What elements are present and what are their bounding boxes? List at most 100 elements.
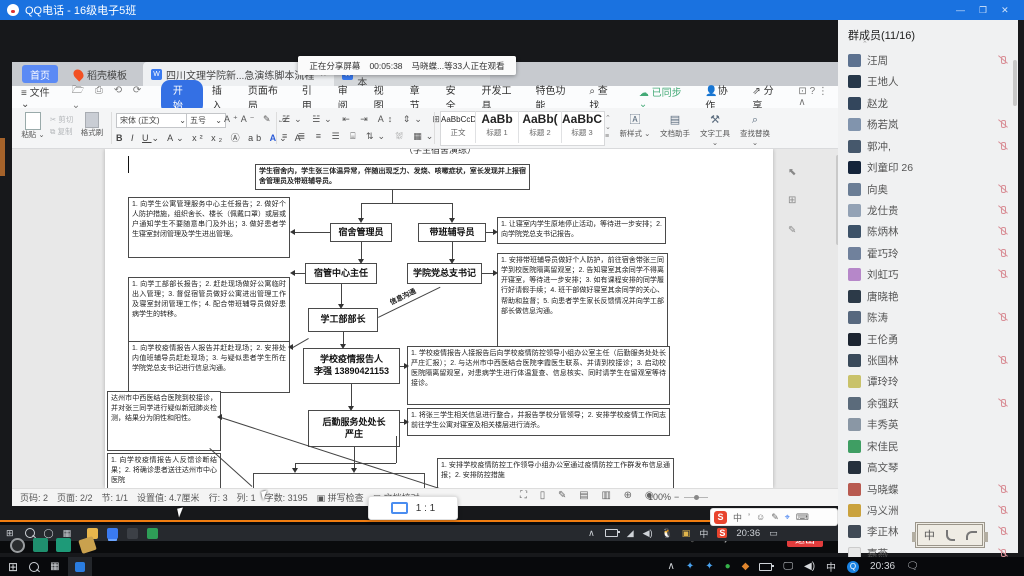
- spellcheck-toggle[interactable]: ▣ 拼写检查: [317, 491, 364, 504]
- notification-icon[interactable]: ▭: [769, 528, 778, 539]
- muted-mic-icon[interactable]: [998, 226, 1008, 237]
- sogou-tray-icon[interactable]: S: [717, 528, 727, 538]
- zoom-level[interactable]: 100%: [648, 492, 671, 502]
- member-row[interactable]: 陈涛: [838, 308, 1018, 327]
- qq-penguin-icon[interactable]: 🐧: [662, 528, 673, 539]
- emoji-icon[interactable]: ☺: [756, 512, 765, 522]
- style-heading1[interactable]: AaBb标题 1: [476, 111, 519, 143]
- paragraph-icons-row2[interactable]: ≡ ≣ ≡ ☰ ⌸ ⇅⌄ ⛆ ▦⌄: [282, 131, 437, 142]
- punctuation-icon[interactable]: ’: [748, 512, 750, 522]
- member-row[interactable]: 陈炳林: [838, 222, 1018, 241]
- member-row[interactable]: 王伦勇: [838, 330, 1018, 349]
- muted-mic-icon[interactable]: [998, 398, 1008, 409]
- muted-mic-icon[interactable]: [998, 205, 1008, 216]
- document-page[interactable]: （学生宿舍演练） 学生宿舍内，学生张三体温异常，伴随出现乏力、发烧、咳嗽症状，室…: [105, 149, 773, 488]
- paste-button[interactable]: 粘贴 ⌄: [20, 112, 46, 140]
- app-icon-dark[interactable]: [127, 528, 138, 539]
- tab-home[interactable]: 首页: [22, 65, 58, 83]
- format-painter-button[interactable]: 格式刷: [78, 112, 106, 138]
- member-row[interactable]: 余强跃: [838, 394, 1018, 413]
- sync-status[interactable]: ☁ 已同步 ⌄: [630, 84, 696, 110]
- tray-chevron-icon[interactable]: ∧: [668, 561, 675, 572]
- member-row[interactable]: 汪周: [838, 51, 1018, 70]
- menu-file[interactable]: ≡ 文件 ⌄: [12, 84, 66, 110]
- member-row[interactable]: 宋佳民: [838, 437, 1018, 456]
- member-row[interactable]: 冯义洲: [838, 501, 1018, 520]
- new-style-button[interactable]: 🄰新样式 ⌄: [616, 111, 654, 138]
- tab-templates[interactable]: 稻壳模板: [66, 65, 135, 83]
- font-grow-shrink-icons[interactable]: A⁺A⁻ ✎ 𝒜: [224, 114, 291, 125]
- doc-assistant-button[interactable]: ▤文档助手: [656, 111, 694, 138]
- qq-taskbar-button[interactable]: [68, 557, 92, 576]
- member-row[interactable]: 杨若岚: [838, 115, 1018, 134]
- muted-mic-icon[interactable]: [998, 505, 1008, 516]
- muted-mic-icon[interactable]: [998, 55, 1008, 66]
- member-row[interactable]: 刘虹巧: [838, 265, 1018, 284]
- sogou-ime-toolbar[interactable]: S 中 ’ ☺ ✎ ⌖ ⌨: [710, 508, 838, 526]
- member-row[interactable]: 龙仕贵: [838, 201, 1018, 220]
- select-tool-icon[interactable]: ⬉: [788, 167, 796, 178]
- muted-mic-icon[interactable]: [998, 269, 1008, 280]
- task-view-icon[interactable]: ▦: [50, 561, 59, 572]
- style-gallery-scroll[interactable]: ⌃⌄≡: [605, 114, 611, 141]
- paragraph-icons-row1[interactable]: ☱⌄ ☱⌄ ⇤ ⇥ A↕ ⇕⌄ ⊞: [282, 114, 444, 125]
- desktop-icon-green-2[interactable]: [56, 538, 71, 552]
- member-row[interactable]: 唐晓艳: [838, 287, 1018, 306]
- word-count[interactable]: 字数: 3195: [265, 491, 308, 504]
- font-name-select[interactable]: 宋体 (正文)⌄: [116, 113, 190, 128]
- ime-indicator[interactable]: 中: [699, 527, 708, 540]
- scroll-up-icon[interactable]: ⌃: [862, 40, 868, 48]
- member-row[interactable]: 赵龙: [838, 94, 1018, 113]
- member-row[interactable]: 刘童印 26: [838, 158, 1018, 177]
- muted-mic-icon[interactable]: [998, 141, 1008, 152]
- start-button-icon[interactable]: ⊞: [8, 560, 18, 574]
- member-row[interactable]: 谭玲玲: [838, 372, 1018, 391]
- tray-star-icon-1[interactable]: ✦: [686, 561, 694, 572]
- close-icon[interactable]: ✕: [1001, 5, 1009, 16]
- muted-mic-icon[interactable]: [998, 248, 1008, 259]
- clock[interactable]: 20:36: [736, 528, 760, 539]
- mic-icon[interactable]: ⌖: [785, 512, 790, 523]
- ime-mode[interactable]: 中: [733, 511, 742, 524]
- keyboard-icon[interactable]: ⌨: [796, 512, 809, 523]
- tray-shield-icon[interactable]: ◆: [742, 561, 750, 572]
- zoom-slider[interactable]: [684, 497, 708, 498]
- notification-center-icon[interactable]: 🗨: [906, 561, 919, 572]
- muted-mic-icon[interactable]: [998, 526, 1008, 537]
- member-row[interactable]: 丰秀英: [838, 415, 1018, 434]
- style-heading2[interactable]: AaBb(标题 2: [519, 111, 562, 143]
- speaker-icon[interactable]: ◀): [643, 528, 653, 539]
- task-view-icon[interactable]: ▦: [63, 528, 72, 539]
- ime-status-stamp[interactable]: 中: [915, 522, 985, 548]
- member-row[interactable]: 马晓蝶: [838, 480, 1018, 499]
- member-row[interactable]: 高文琴: [838, 458, 1018, 477]
- muted-mic-icon[interactable]: [998, 312, 1008, 323]
- sogou-logo-icon[interactable]: S: [714, 511, 727, 524]
- spreadsheet-app-icon[interactable]: [147, 528, 158, 539]
- style-heading3[interactable]: AaBbC(标题 3: [562, 111, 602, 143]
- zoom-out-button[interactable]: −: [674, 492, 679, 502]
- display-icon[interactable]: 🖵: [783, 561, 793, 572]
- ime-indicator[interactable]: 中: [826, 559, 836, 574]
- window-tools-icons[interactable]: ⊡ ? ⋮ ∧: [789, 86, 843, 108]
- tray-star-icon-2[interactable]: ✦: [705, 561, 713, 572]
- edit-tool-icon[interactable]: ✎: [788, 225, 796, 236]
- pen-icon[interactable]: ✎: [771, 512, 779, 523]
- tray-green-icon[interactable]: ●: [725, 561, 731, 572]
- share-banner[interactable]: 正在分享屏幕 00:05:38 马晓蝶...等33人正在观看: [298, 56, 516, 75]
- tray-chevron-icon[interactable]: ∧: [588, 528, 595, 539]
- clock[interactable]: 20:36: [870, 561, 895, 572]
- search-icon[interactable]: [25, 528, 35, 538]
- quick-access-icons[interactable]: 🗁 ⎙ ⟲ ⟳ ⌄: [72, 83, 155, 111]
- cortana-icon[interactable]: ◯: [44, 528, 54, 539]
- member-row[interactable]: 霍巧玲: [838, 244, 1018, 263]
- search-icon[interactable]: [29, 562, 39, 572]
- text-tools-button[interactable]: ⚒文字工具 ⌄: [696, 111, 734, 147]
- style-normal[interactable]: AaBbCcDd正文: [441, 111, 476, 143]
- member-row[interactable]: 张国林: [838, 351, 1018, 370]
- muted-mic-icon[interactable]: [998, 484, 1008, 495]
- desktop-icon-camera[interactable]: [10, 538, 25, 553]
- font-size-select[interactable]: 五号⌄: [186, 113, 226, 128]
- find-replace-button[interactable]: ⌕查找替换 ⌄: [736, 111, 774, 147]
- tencent-q-icon[interactable]: Q: [847, 561, 859, 573]
